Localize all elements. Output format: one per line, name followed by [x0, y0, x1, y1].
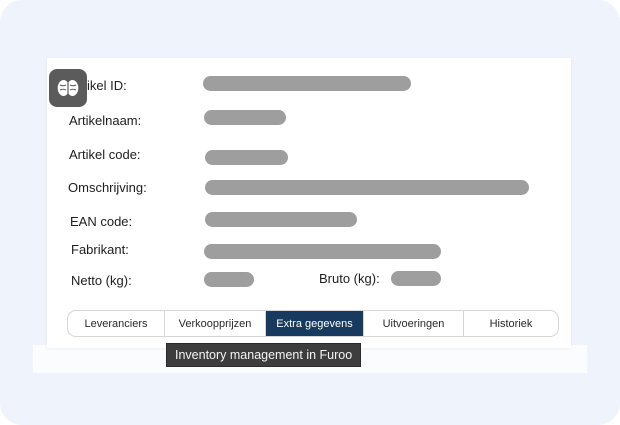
value-omschrijving	[205, 180, 529, 195]
value-netto	[204, 272, 254, 287]
article-card	[47, 58, 571, 348]
tab-historiek[interactable]: Historiek	[464, 311, 558, 336]
label-artikel-code: Artikel code:	[69, 147, 141, 162]
label-artikelnaam: Artikelnaam:	[69, 113, 142, 128]
tab-bar: Leveranciers Verkoopprijzen Extra gegeve…	[67, 310, 559, 337]
label-bruto: Bruto (kg):	[319, 271, 380, 286]
tab-verkoopprijzen[interactable]: Verkoopprijzen	[165, 311, 266, 336]
label-artikel-id: ikel ID:	[87, 78, 127, 93]
value-artikel-id	[203, 76, 411, 91]
label-omschrijving: Omschrijving:	[68, 180, 147, 195]
tab-extra-gegevens[interactable]: Extra gegevens	[266, 311, 364, 336]
value-artikel-code	[205, 150, 288, 165]
value-fabrikant	[204, 244, 441, 259]
tab-uitvoeringen[interactable]: Uitvoeringen	[364, 311, 464, 336]
brain-logo	[49, 69, 87, 107]
tooltip: Inventory management in Furoo	[166, 343, 362, 367]
label-netto: Netto (kg):	[71, 273, 132, 288]
label-fabrikant: Fabrikant:	[71, 242, 129, 257]
value-ean-code	[205, 212, 357, 227]
value-bruto	[391, 271, 441, 286]
label-ean-code: EAN code:	[70, 214, 133, 229]
brain-icon	[57, 80, 79, 96]
value-artikelnaam	[204, 110, 286, 125]
tab-leveranciers[interactable]: Leveranciers	[68, 311, 165, 336]
